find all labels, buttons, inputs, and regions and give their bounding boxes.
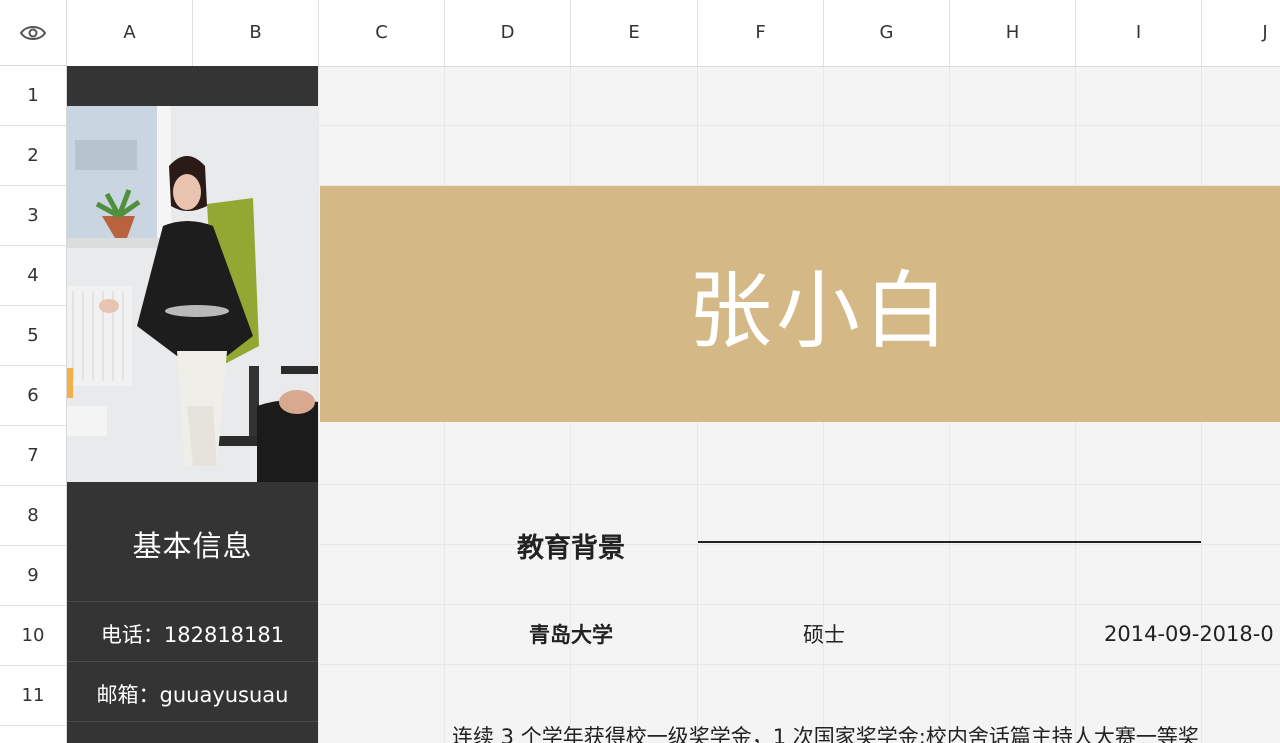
column-header-e[interactable]: E bbox=[571, 0, 698, 66]
column-header-row: A B C D E F G H I J bbox=[0, 0, 1280, 67]
row-header-4[interactable]: 4 bbox=[0, 246, 66, 306]
phone-cell[interactable]: 电话：182818181 bbox=[67, 604, 318, 664]
row-header-11[interactable]: 11 bbox=[0, 666, 66, 726]
column-header-g[interactable]: G bbox=[824, 0, 950, 66]
row-header-1[interactable]: 1 bbox=[0, 66, 66, 126]
column-header-d[interactable]: D bbox=[445, 0, 571, 66]
row-header-8[interactable]: 8 bbox=[0, 486, 66, 546]
profile-photo-illustration bbox=[67, 106, 318, 482]
section-divider-line bbox=[698, 541, 1201, 543]
email-cell[interactable]: 邮箱：guuayusuau bbox=[67, 664, 318, 724]
column-header-a[interactable]: A bbox=[67, 0, 193, 66]
education-section-title[interactable]: 教育背景 bbox=[445, 515, 697, 575]
column-header-h[interactable]: H bbox=[950, 0, 1076, 66]
sidebar-divider bbox=[67, 601, 318, 602]
school-cell[interactable]: 青岛大学 bbox=[445, 604, 697, 664]
row-header-2[interactable]: 2 bbox=[0, 126, 66, 186]
row-header-9[interactable]: 9 bbox=[0, 546, 66, 606]
row-header-5[interactable]: 5 bbox=[0, 306, 66, 366]
column-header-j[interactable]: J bbox=[1202, 0, 1280, 66]
row-header-10[interactable]: 10 bbox=[0, 606, 66, 666]
profile-photo[interactable] bbox=[67, 106, 318, 482]
degree-cell[interactable]: 硕士 bbox=[698, 604, 950, 664]
select-all-corner[interactable] bbox=[0, 0, 67, 66]
candidate-name: 张小白 bbox=[687, 261, 952, 360]
row-header-6[interactable]: 6 bbox=[0, 366, 66, 426]
row-header-3[interactable]: 3 bbox=[0, 186, 66, 246]
row-header-7[interactable]: 7 bbox=[0, 426, 66, 486]
education-description[interactable]: 连续 3 个学年获得校一级奖学金，1 次国家奖学金;校内舍话篇主持人大赛一等奖 bbox=[452, 720, 1280, 743]
sidebar-top-band bbox=[67, 66, 318, 106]
column-header-c[interactable]: C bbox=[319, 0, 445, 66]
column-header-f[interactable]: F bbox=[698, 0, 824, 66]
spreadsheet: A B C D E F G H I J 1 2 3 4 5 6 7 8 9 10… bbox=[0, 0, 1280, 743]
column-header-b[interactable]: B bbox=[193, 0, 319, 66]
period-cell[interactable]: 2014-09-2018-0 bbox=[1104, 604, 1280, 664]
basic-info-title[interactable]: 基本信息 bbox=[67, 486, 318, 601]
row-header-column: 1 2 3 4 5 6 7 8 9 10 11 bbox=[0, 66, 67, 743]
eye-icon[interactable] bbox=[19, 24, 47, 42]
column-header-i[interactable]: I bbox=[1076, 0, 1202, 66]
